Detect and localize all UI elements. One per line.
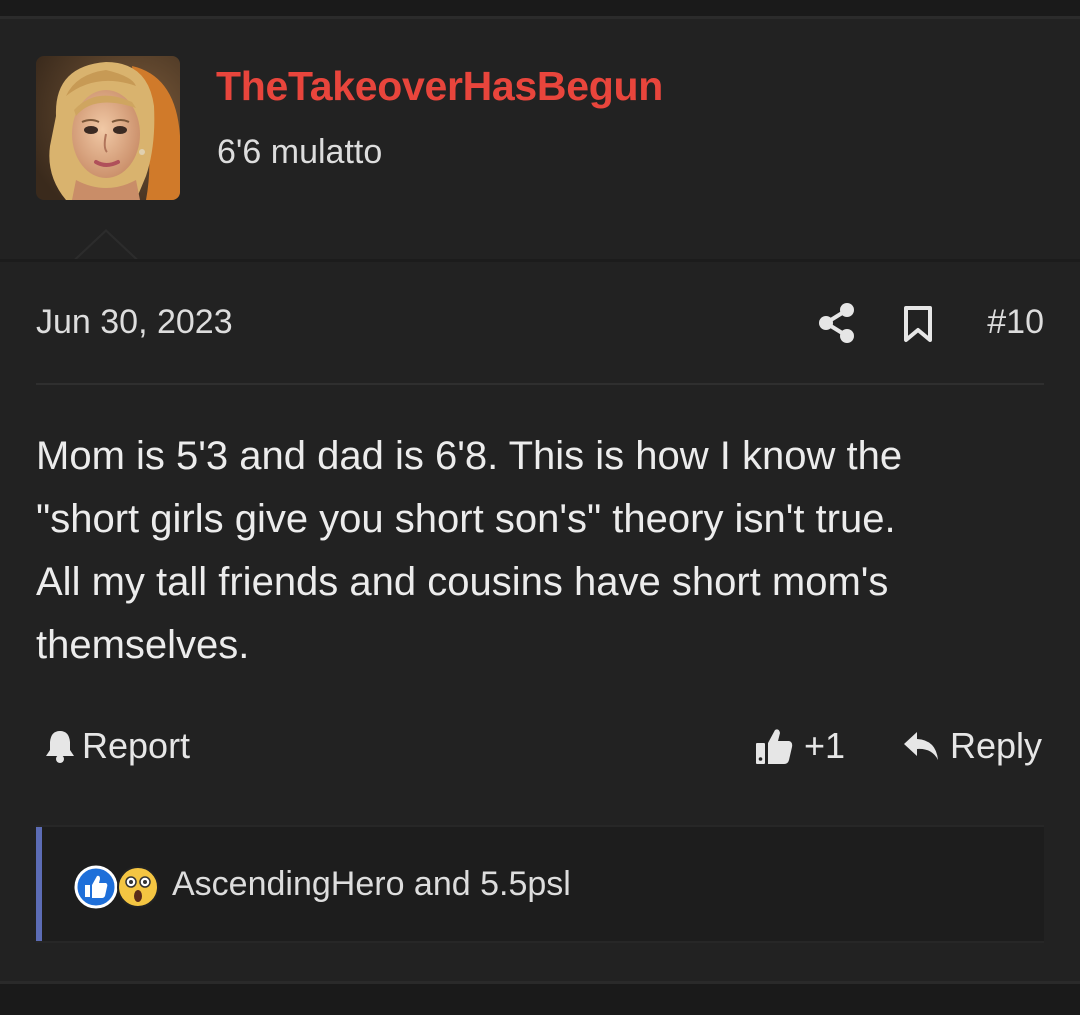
- username-link[interactable]: TheTakeoverHasBegun: [216, 63, 663, 110]
- user-title: 6'6 mulatto: [217, 133, 383, 171]
- avatar[interactable]: [36, 56, 180, 200]
- forum-post: TheTakeoverHasBegun 6'6 mulatto Jun 30, …: [0, 19, 1080, 981]
- meta-divider: [36, 383, 1044, 385]
- user-block-pointer-inner: [74, 232, 138, 262]
- like-reaction-icon: [74, 865, 118, 909]
- reactions-bar[interactable]: AscendingHero and 5.5psl: [36, 825, 1044, 943]
- reply-arrow-icon: [903, 732, 938, 760]
- thumbs-up-icon: [756, 729, 793, 764]
- reply-label: Reply: [949, 725, 1042, 766]
- reaction-icons: [74, 865, 164, 909]
- share-icon[interactable]: [817, 301, 857, 345]
- post-body-line: "short girls give you short son's" theor…: [36, 497, 896, 541]
- bookmark-icon[interactable]: [902, 305, 934, 343]
- reactions-summary[interactable]: AscendingHero and 5.5psl: [172, 865, 571, 904]
- post-body-line: Mom is 5'3 and dad is 6'8. This is how I…: [36, 434, 903, 478]
- post-body: Mom is 5'3 and dad is 6'8. This is how I…: [36, 425, 1044, 677]
- post-meta: Jun 30, 2023 #10: [36, 301, 1044, 347]
- like-count: +1: [804, 725, 846, 766]
- reactions-accent-bar: [36, 827, 42, 941]
- post-body-line: All my tall friends and cousins have sho…: [36, 560, 889, 604]
- report-button[interactable]: Report: [44, 725, 190, 767]
- post-date[interactable]: Jun 30, 2023: [36, 303, 233, 342]
- bottom-divider: [0, 981, 1080, 984]
- reply-button[interactable]: Reply: [902, 725, 1042, 767]
- user-block-divider: [0, 259, 1080, 262]
- bell-icon: [46, 731, 74, 763]
- like-button[interactable]: +1: [754, 725, 845, 767]
- avatar-image: [36, 56, 180, 200]
- post-actions: Report +1 Reply: [36, 725, 1044, 775]
- report-label: Report: [82, 725, 191, 766]
- shocked-reaction-icon: [117, 866, 159, 908]
- post-number-link[interactable]: #10: [987, 303, 1044, 342]
- post-user-block: TheTakeoverHasBegun 6'6 mulatto: [0, 19, 1080, 262]
- post-body-line: themselves.: [36, 623, 250, 667]
